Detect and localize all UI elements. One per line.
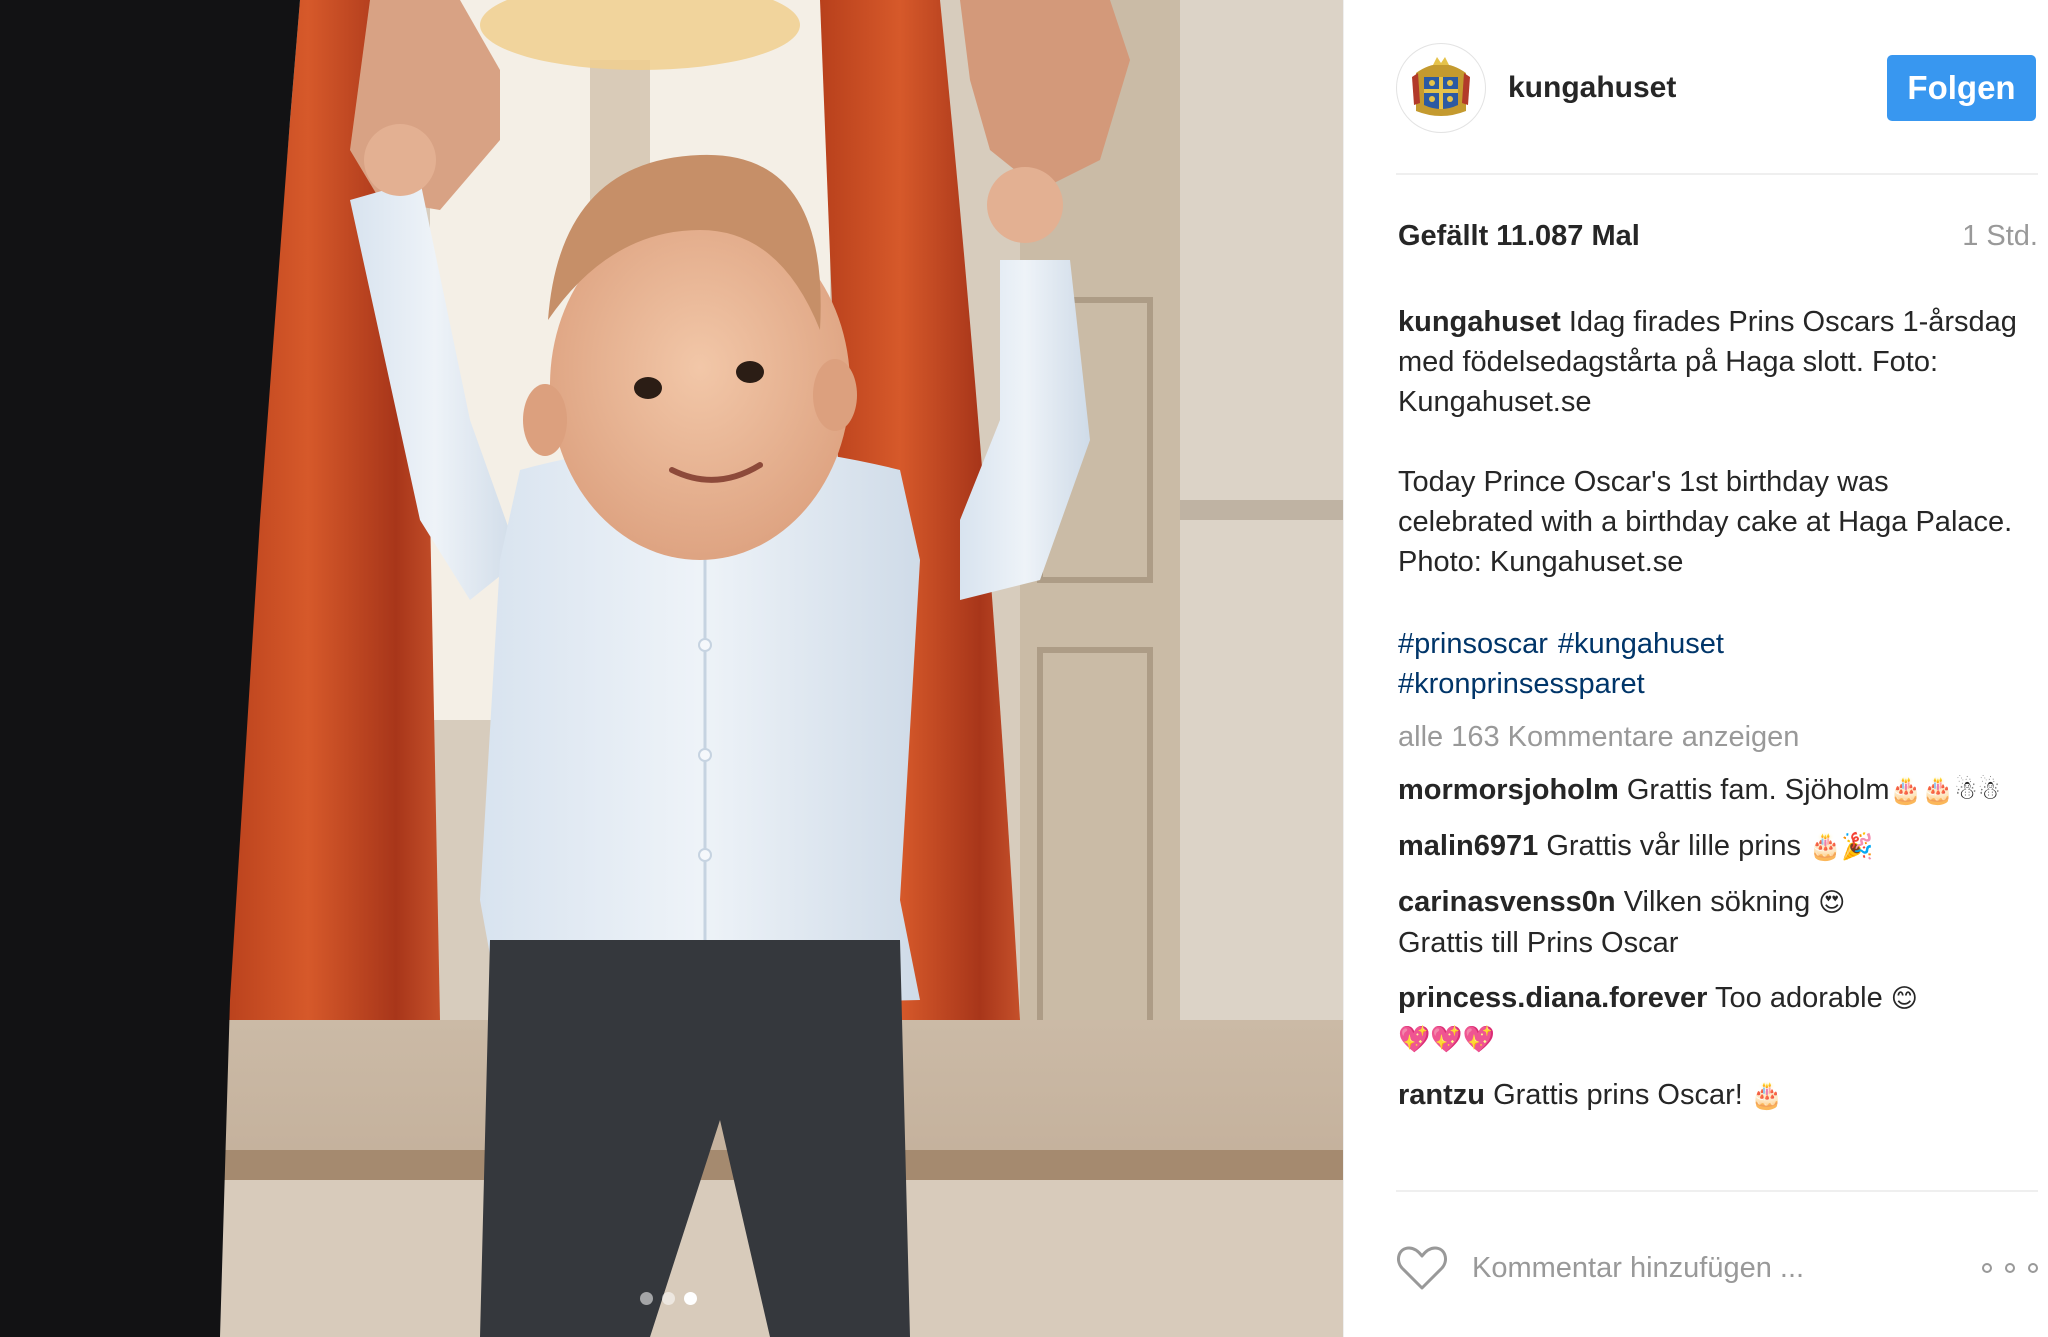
caption: kungahuset Idag firades Prins Oscars 1-å… [1398, 302, 2018, 582]
view-all-comments-link[interactable]: alle 163 Kommentare anzeigen [1398, 721, 1799, 754]
carousel-dot[interactable] [684, 1292, 697, 1305]
comment-emoji: 😊 [1890, 984, 1918, 1014]
comment-text-line2: Grattis till Prins Oscar [1398, 927, 1679, 959]
more-dot [2028, 1263, 2038, 1273]
follow-button[interactable]: Folgen [1887, 55, 2036, 121]
comment-emoji: 😍 [1818, 888, 1846, 918]
divider [1396, 173, 2038, 175]
photo-illustration [0, 0, 1343, 1337]
caption-swedish: kungahuset Idag firades Prins Oscars 1-å… [1398, 302, 2018, 422]
comment-item: malin6971 Grattis vår lille prins 🎂🎉 [1398, 826, 2028, 867]
post-header: kungahuset Folgen [1396, 40, 2038, 136]
coat-of-arms-icon [1412, 57, 1470, 116]
comment-text: Grattis fam. Sjöholm [1626, 774, 1890, 806]
hashtags: #prinsoscar #kungahuset #kronprinsesspar… [1398, 624, 2018, 704]
caption-english: Today Prince Oscar's 1st birthday was ce… [1398, 466, 2013, 578]
comment-text: Too adorable [1715, 982, 1883, 1014]
post-sidebar: kungahuset Folgen Gefällt 11.087 Mal 1 S… [1343, 0, 2048, 1337]
heart-outline-icon[interactable] [1396, 1244, 1448, 1292]
comment-emoji: 🎂🎉 [1809, 832, 1874, 862]
hashtag-link[interactable]: #kungahuset [1558, 624, 1724, 664]
comment-item: princess.diana.forever Too adorable 😊 💖💖… [1398, 978, 2028, 1060]
post-time[interactable]: 1 Std. [1962, 220, 2038, 253]
hashtag-link[interactable]: #prinsoscar [1398, 624, 1548, 664]
more-dot [2005, 1263, 2015, 1273]
comment-username[interactable]: mormorsjoholm [1398, 774, 1619, 806]
post-username[interactable]: kungahuset [1508, 71, 1887, 105]
more-dot [1982, 1263, 1992, 1273]
hashtag-link[interactable]: #kronprinsessparet [1398, 664, 2018, 704]
comment-text: Grattis vår lille prins [1546, 830, 1801, 862]
comment-item: carinasvenss0n Vilken sökning 😍 Grattis … [1398, 882, 2028, 963]
comment-emoji: 🎂 [1750, 1081, 1784, 1111]
caption-username[interactable]: kungahuset [1398, 306, 1561, 338]
comment-item: mormorsjoholm Grattis fam. Sjöholm🎂🎂☃☃ [1398, 770, 2028, 811]
comment-text: Vilken sökning [1623, 886, 1811, 918]
carousel-indicator[interactable] [640, 1292, 697, 1305]
comment-emoji-line2: 💖💖💖 [1398, 1025, 1496, 1055]
comment-item: rantzu Grattis prins Oscar! 🎂 [1398, 1075, 2028, 1116]
comment-list: mormorsjoholm Grattis fam. Sjöholm🎂🎂☃☃ m… [1398, 770, 2028, 1190]
comment-username[interactable]: princess.diana.forever [1398, 982, 1707, 1014]
comment-emoji: 🎂🎂☃☃ [1889, 776, 2001, 806]
add-comment-bar [1396, 1240, 2038, 1296]
divider [1396, 1190, 2038, 1192]
comment-input[interactable] [1470, 1250, 1982, 1286]
more-options-icon[interactable] [1982, 1258, 2038, 1278]
comment-username[interactable]: carinasvenss0n [1398, 886, 1616, 918]
carousel-dot[interactable] [662, 1292, 675, 1305]
comment-username[interactable]: rantzu [1398, 1079, 1485, 1111]
avatar[interactable] [1396, 43, 1486, 133]
carousel-dot[interactable] [640, 1292, 653, 1305]
likes-count[interactable]: Gefällt 11.087 Mal [1398, 220, 1640, 253]
comment-text: Grattis prins Oscar! [1493, 1079, 1743, 1111]
comment-username[interactable]: malin6971 [1398, 830, 1538, 862]
post-photo[interactable] [0, 0, 1343, 1337]
likes-row: Gefällt 11.087 Mal 1 Std. [1398, 220, 2038, 253]
